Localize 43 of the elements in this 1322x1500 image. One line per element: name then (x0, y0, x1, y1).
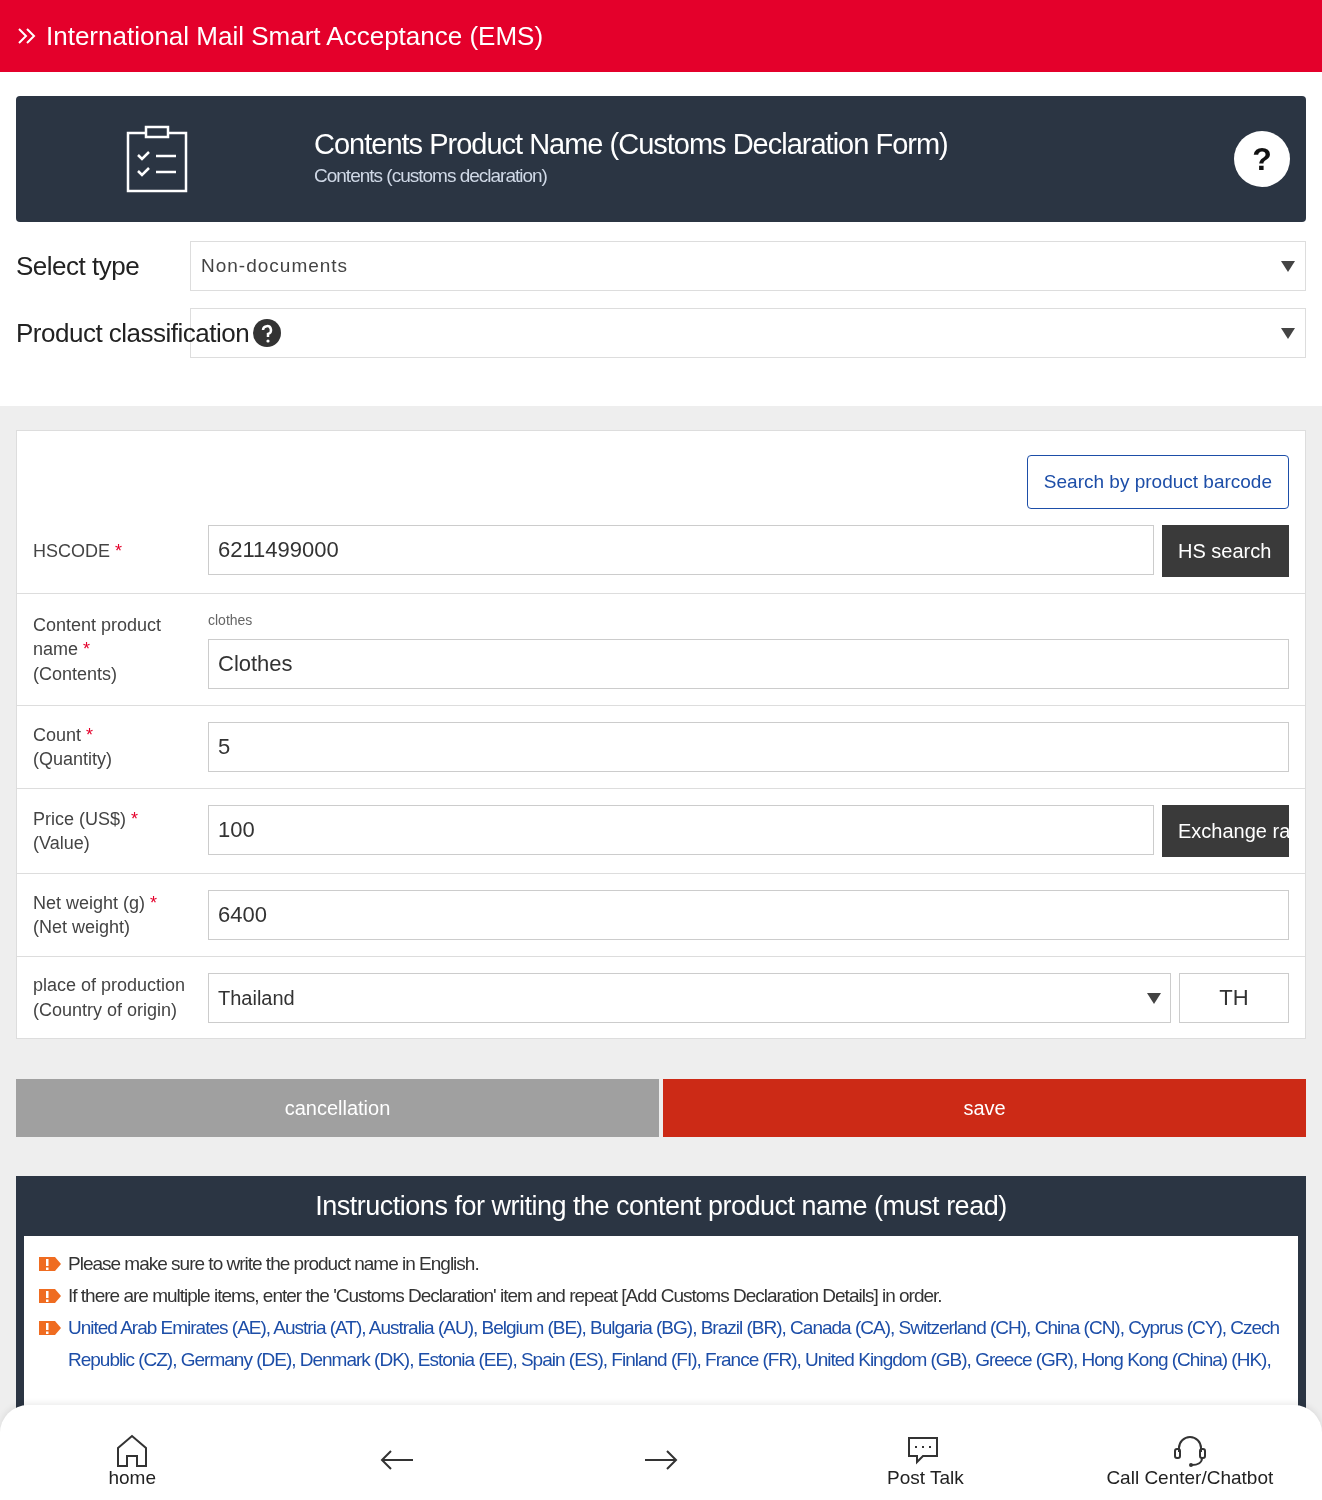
country-code-field: TH (1179, 972, 1289, 1023)
field-hint: clothes (208, 611, 254, 630)
field-label: Select type (16, 249, 140, 283)
select-field[interactable]: Non-documents (190, 241, 1306, 291)
country-list: United Arab Emirates (AE), Austria (AT), Australia (AU), Belgium (BE), Bulgaria (BG), Brazil (BR), Canada (CA), Switzerland (CH), China (CN), Cyprus (CY), Czech Republic (CZ), Germany (DE), Denmark (DK), Estonia (EE), Spain (ES), Finland (FI), France (FR), United Kingdom (GB), Greece (GR), Hong Kong (China) (HK), (68, 1312, 1284, 1377)
field-label: Product classification (16, 316, 250, 350)
country-select[interactable]: Thailand (208, 972, 1171, 1023)
instruction-text: If there are multiple items, enter the 'Customs Declaration' item and repeat [Add Customs Declaration Details] in order. (68, 1284, 942, 1309)
field-sublabel: (Contents) (33, 662, 119, 686)
dropdown-caret-icon (1281, 327, 1295, 339)
field-label: Price (US$) * (33, 807, 140, 831)
field-sublabel: (Quantity) (33, 748, 114, 771)
alert-icon (38, 1255, 62, 1274)
input-field[interactable]: 100 (208, 805, 1154, 855)
nav-button[interactable]: Post Talk (793, 1405, 1058, 1500)
field-sublabel: (Value) (33, 832, 91, 855)
save-button[interactable]: save (663, 1079, 1306, 1137)
input-field[interactable]: 6400 (208, 890, 1289, 940)
field-label: place of production (33, 974, 187, 998)
banner-title: Contents Product Name (Customs Declaration Form) (314, 127, 949, 163)
field-label: HSCODE * (33, 539, 124, 563)
input-field[interactable]: Clothes (208, 639, 1289, 689)
hs-search-button[interactable]: HS search (1162, 525, 1289, 577)
page-title: International Mail Smart Acceptance (EMS) (46, 19, 544, 53)
banner-subtitle: Contents (customs declaration) (314, 164, 548, 189)
instructions-title: Instructions for writing the content product name (must read) (314, 1190, 1008, 1223)
field-label: Content product name * (33, 614, 163, 662)
field-label: Net weight (g) * (33, 891, 159, 915)
field-label: Count * (33, 723, 95, 747)
dropdown-caret-icon (1281, 260, 1295, 272)
alert-icon (38, 1287, 62, 1306)
help-button[interactable]: ? (1234, 131, 1290, 187)
barcode-search-button[interactable]: Search by product barcode (1026, 455, 1289, 509)
field-sublabel: (Net weight) (33, 916, 132, 939)
clipboard-icon (126, 125, 188, 193)
input-field[interactable]: 6211499000 (208, 525, 1154, 575)
nav-button[interactable]: home (0, 1405, 265, 1500)
input-field[interactable]: 5 (208, 722, 1289, 772)
alert-icon (38, 1319, 62, 1338)
nav-button[interactable]: Call Center/Chatbot (1057, 1405, 1322, 1500)
dropdown-caret-icon (1147, 991, 1161, 1004)
field-sublabel: (Country of origin) (33, 998, 179, 1022)
instruction-text: Please make sure to write the product name in English. (68, 1252, 479, 1277)
